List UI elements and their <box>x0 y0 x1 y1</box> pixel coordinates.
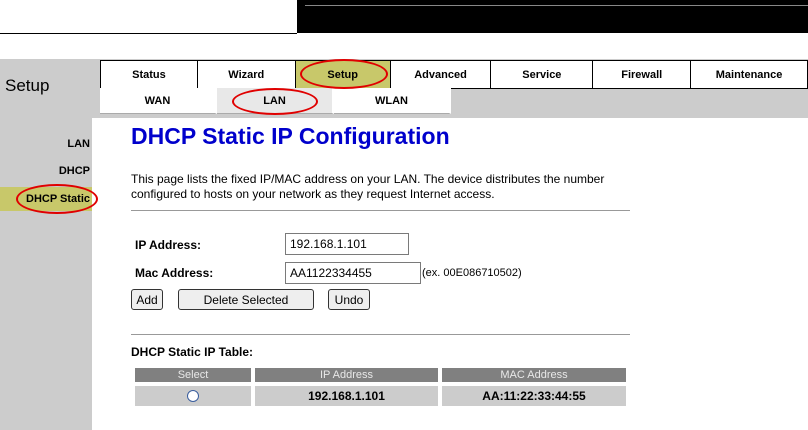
tab-advanced[interactable]: Advanced <box>390 61 492 89</box>
subtab-lan[interactable]: LAN <box>217 88 334 114</box>
main-nav: Status Wizard Setup Advanced Service Fir… <box>100 60 808 89</box>
ip-address-label: IP Address: <box>135 238 202 252</box>
undo-button[interactable]: Undo <box>328 289 370 310</box>
divider <box>131 210 630 211</box>
mac-example-hint: (ex. 00E086710502) <box>422 267 522 279</box>
column-header-mac: MAC Address <box>442 368 626 382</box>
mac-address-field[interactable] <box>285 262 421 284</box>
mac-address-label: Mac Address: <box>135 266 214 280</box>
table-cell-ip: 192.168.1.101 <box>255 386 438 406</box>
page-title: DHCP Static IP Configuration <box>131 123 450 149</box>
column-header-select: Select <box>135 368 251 382</box>
tab-maintenance[interactable]: Maintenance <box>691 61 808 89</box>
sidebar-item-dhcp[interactable]: DHCP <box>59 165 90 177</box>
tab-wizard[interactable]: Wizard <box>197 61 296 89</box>
top-rule <box>0 33 297 34</box>
sidebar-item-label: DHCP Static <box>26 193 90 205</box>
sub-nav: WAN LAN WLAN <box>100 88 451 114</box>
subtab-wan[interactable]: WAN <box>100 88 217 114</box>
sidebar-item-lan[interactable]: LAN <box>67 138 90 150</box>
top-banner-line <box>305 5 808 6</box>
tab-firewall[interactable]: Firewall <box>593 61 692 89</box>
column-header-ip: IP Address <box>255 368 438 382</box>
page-description: This page lists the fixed IP/MAC address… <box>131 172 605 201</box>
sidebar-item-dhcp-static[interactable]: DHCP Static <box>0 187 92 211</box>
tab-status[interactable]: Status <box>101 61 198 89</box>
ip-address-field[interactable] <box>285 233 409 255</box>
row-select-radio[interactable] <box>187 390 199 402</box>
table-title: DHCP Static IP Table: <box>131 345 254 359</box>
tab-setup[interactable]: Setup <box>295 61 391 89</box>
subtab-wlan[interactable]: WLAN <box>334 88 451 114</box>
tab-service[interactable]: Service <box>491 61 594 89</box>
divider <box>131 334 630 335</box>
sidebar: LAN DHCP <box>0 118 92 430</box>
delete-selected-button[interactable]: Delete Selected <box>178 289 314 310</box>
table-cell-mac: AA:11:22:33:44:55 <box>442 386 626 406</box>
add-button[interactable]: Add <box>131 289 163 310</box>
table-cell-select <box>135 386 251 406</box>
section-title: Setup <box>5 76 50 95</box>
